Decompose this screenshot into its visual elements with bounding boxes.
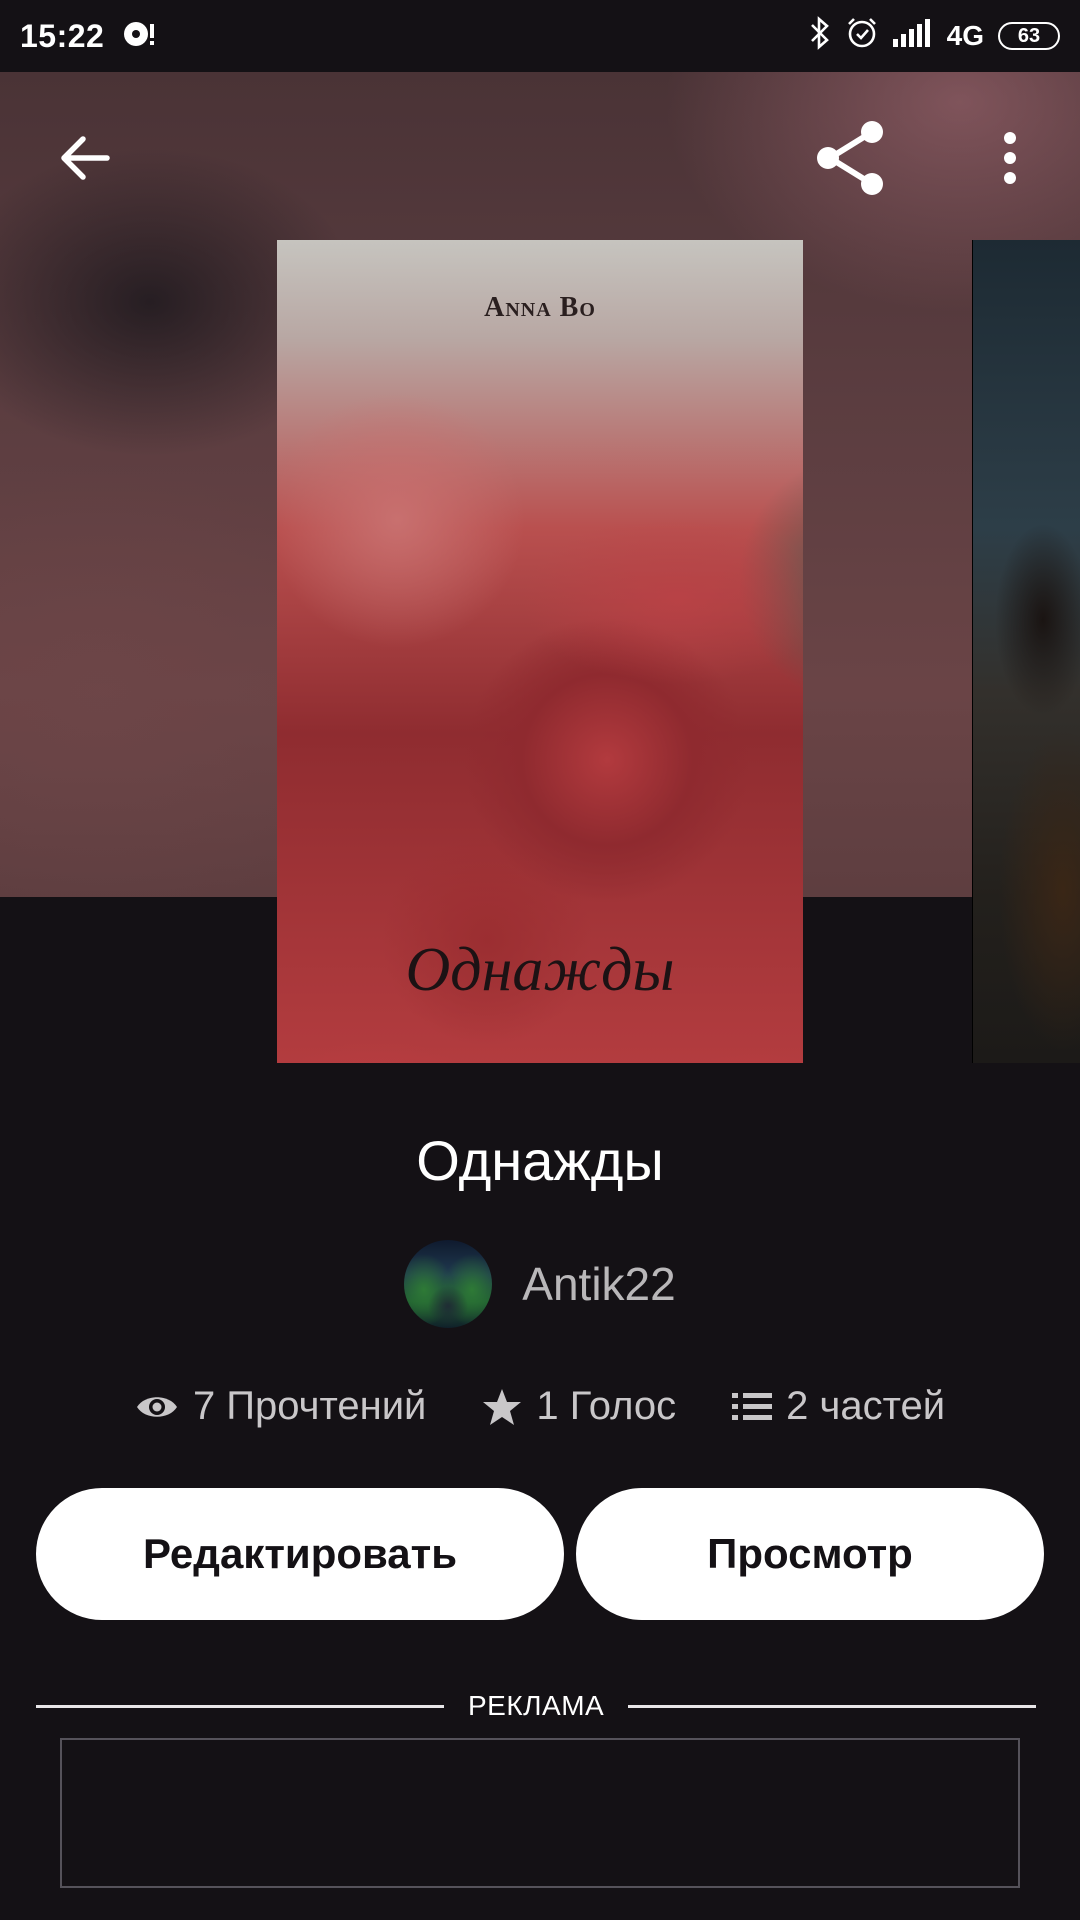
alarm-icon xyxy=(845,16,879,57)
edit-button[interactable]: Редактировать xyxy=(36,1488,564,1620)
share-button[interactable] xyxy=(800,112,904,204)
status-bar: 15:22 4G 63 xyxy=(0,0,1080,72)
battery-indicator: 63 xyxy=(998,22,1060,50)
votes-count: 1 Голос xyxy=(536,1384,677,1428)
book-title: Однажды xyxy=(416,1129,664,1192)
ad-divider-line-right xyxy=(628,1704,1037,1708)
stat-reads: 7 Прочтений xyxy=(135,1384,426,1429)
reads-count: 7 Прочтений xyxy=(192,1384,427,1428)
ad-divider: РЕКЛАМА xyxy=(0,1690,1080,1722)
eye-icon xyxy=(136,1396,177,1417)
book-stats: 7 Прочтений 1 Голос 2 частей xyxy=(0,1384,1080,1429)
notification-icon xyxy=(122,18,158,55)
author-row[interactable]: Antik22 xyxy=(0,1240,1080,1328)
view-button[interactable]: Просмотр xyxy=(576,1488,1044,1620)
signal-icon xyxy=(892,18,933,54)
stat-votes: 1 Голос xyxy=(482,1384,676,1429)
parts-count: 2 частей xyxy=(786,1384,946,1428)
author-avatar[interactable] xyxy=(404,1240,493,1328)
cover-author: Anna Bo xyxy=(484,292,596,323)
bluetooth-icon xyxy=(809,15,831,57)
ad-divider-line-left xyxy=(36,1704,444,1708)
list-icon xyxy=(732,1392,773,1420)
more-vertical-icon xyxy=(1004,132,1016,184)
more-options-button[interactable] xyxy=(980,118,1040,198)
cover-title: Однажды xyxy=(405,936,675,1004)
network-type: 4G xyxy=(946,20,984,51)
next-book-cover[interactable] xyxy=(972,240,1080,1063)
author-name[interactable]: Antik22 xyxy=(522,1257,675,1311)
back-button[interactable] xyxy=(44,118,124,198)
arrow-left-icon xyxy=(61,136,110,180)
ad-label: РЕКЛАМА xyxy=(468,1690,605,1721)
book-cover[interactable]: Anna Bo Однажды xyxy=(277,240,803,1063)
ad-container[interactable] xyxy=(60,1738,1020,1888)
share-icon xyxy=(817,121,883,195)
star-icon xyxy=(483,1388,522,1425)
stat-parts: 2 частей xyxy=(732,1384,945,1429)
status-time: 15:22 xyxy=(20,17,105,54)
